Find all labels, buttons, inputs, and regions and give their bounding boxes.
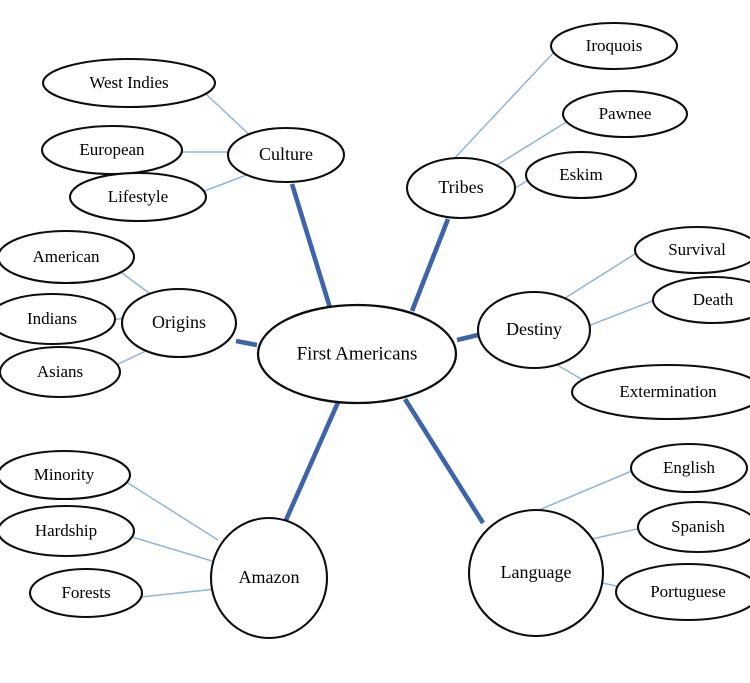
leaf-node-label-european: European <box>79 140 145 159</box>
leaf-edge-lifestyle <box>201 173 250 193</box>
leaf-node-label-spanish: Spanish <box>671 517 725 536</box>
leaf-edge-forests <box>140 588 217 598</box>
mind-map-canvas: West Indies European Lifestyle Iroquois Pawn… <box>0 0 750 683</box>
leaf-edge-survival <box>561 251 639 301</box>
leaf-edge-asians <box>113 349 149 367</box>
leaf-node-pawnee[interactable]: Pawnee <box>561 89 689 139</box>
leaf-node-indians[interactable]: Indians <box>0 292 117 346</box>
trunk-edge-tribes <box>409 218 451 312</box>
branch-node-label-language: Language <box>501 562 572 582</box>
leaf-node-label-hardship: Hardship <box>35 521 97 540</box>
leaf-edge-american <box>121 272 154 297</box>
branch-node-origins[interactable]: Origins <box>120 287 238 359</box>
leaf-node-asians[interactable]: Asians <box>0 345 122 399</box>
leaf-node-label-survival: Survival <box>668 240 726 259</box>
leaf-node-label-english: English <box>663 458 715 477</box>
leaf-node-european[interactable]: European <box>40 124 184 176</box>
leaf-node-west-indies[interactable]: West Indies <box>41 57 217 109</box>
leaf-node-label-american: American <box>32 247 100 266</box>
leaf-node-label-lifestyle: Lifestyle <box>108 187 168 206</box>
leaf-edge-spanish <box>591 527 642 540</box>
leaf-node-minority[interactable]: Minority <box>0 449 132 501</box>
leaf-edge-eskim <box>513 179 529 190</box>
leaf-edge-death <box>587 299 656 327</box>
leaf-node-spanish[interactable]: Spanish <box>636 500 750 554</box>
leaf-node-portuguese[interactable]: Portuguese <box>614 562 750 622</box>
branch-node-culture[interactable]: Culture <box>226 126 346 184</box>
leaf-node-death[interactable]: Death <box>651 275 750 325</box>
leaf-node-label-eskim: Eskim <box>559 165 602 184</box>
leaf-edge-english <box>538 469 635 511</box>
leaf-node-label-indians: Indians <box>27 309 77 328</box>
trunk-edge-destiny <box>456 332 479 343</box>
branch-node-amazon[interactable]: Amazon <box>209 516 329 640</box>
branch-node-tribes[interactable]: Tribes <box>405 156 517 220</box>
node-layer: West Indies European Lifestyle Iroquois Pawn… <box>0 21 750 640</box>
central-node-label-first-americans: First Americans <box>297 343 418 364</box>
leaf-node-english[interactable]: English <box>629 442 749 494</box>
leaf-node-american[interactable]: American <box>0 229 136 285</box>
leaf-edge-west-indies <box>205 93 255 140</box>
leaf-node-label-minority: Minority <box>34 465 95 484</box>
branch-node-destiny[interactable]: Destiny <box>476 290 592 370</box>
leaf-node-forests[interactable]: Forests <box>28 567 144 619</box>
leaf-node-iroquois[interactable]: Iroquois <box>549 21 679 71</box>
branch-node-label-origins: Origins <box>152 312 206 332</box>
branch-node-label-destiny: Destiny <box>506 319 562 339</box>
leaf-node-label-portuguese: Portuguese <box>650 582 726 601</box>
leaf-edge-hardship <box>131 536 213 562</box>
trunk-edge-origins <box>235 338 258 348</box>
branch-node-label-culture: Culture <box>259 144 313 164</box>
leaf-node-label-asians: Asians <box>37 362 83 381</box>
trunk-edge-language <box>403 397 485 525</box>
mind-map-diagram: West Indies European Lifestyle Iroquois Pawn… <box>0 21 750 640</box>
leaf-node-label-west-indies: West Indies <box>89 73 168 92</box>
leaf-edge-iroquois <box>451 49 557 162</box>
leaf-node-hardship[interactable]: Hardship <box>0 504 136 558</box>
leaf-node-label-forests: Forests <box>61 583 110 602</box>
leaf-node-label-death: Death <box>693 290 734 309</box>
trunk-edge-amazon <box>283 399 342 521</box>
central-node-first-americans[interactable]: First Americans <box>256 303 458 405</box>
branch-node-language[interactable]: Language <box>467 508 605 638</box>
leaf-node-label-iroquois: Iroquois <box>586 36 643 55</box>
leaf-node-lifestyle[interactable]: Lifestyle <box>68 171 208 223</box>
leaf-node-label-pawnee: Pawnee <box>599 104 652 123</box>
leaf-edge-minority <box>127 482 219 541</box>
leaf-node-label-extermination: Extermination <box>619 382 717 401</box>
trunk-edge-culture <box>289 183 334 312</box>
branch-node-label-tribes: Tribes <box>438 177 483 197</box>
leaf-node-eskim[interactable]: Eskim <box>524 150 638 200</box>
branch-node-label-amazon: Amazon <box>239 567 300 587</box>
leaf-node-survival[interactable]: Survival <box>633 225 750 275</box>
leaf-node-extermination[interactable]: Extermination <box>570 363 750 421</box>
